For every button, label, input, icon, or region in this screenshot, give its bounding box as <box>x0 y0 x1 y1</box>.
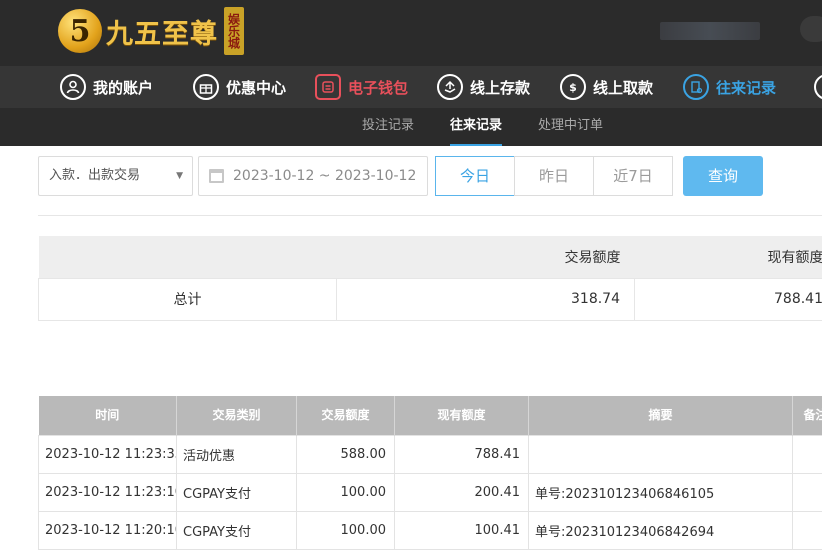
summary-header-blank <box>39 236 337 278</box>
transaction-type-select[interactable]: 入款．出款交易 ▼ <box>38 156 193 196</box>
blurred-avatar[interactable] <box>800 16 822 42</box>
nav-label: 往来记录 <box>716 77 776 98</box>
blurred-username <box>660 22 760 40</box>
nav-my-account[interactable]: 我的账户 <box>60 66 153 108</box>
cell-type: CGPAY支付 <box>177 511 297 549</box>
more-icon <box>814 74 822 100</box>
sub-nav: 投注记录 往来记录 处理中订单 <box>0 108 822 146</box>
cell-time: 2023-10-12 11:23:35 <box>39 435 177 473</box>
nav-label: 线上存款 <box>470 77 530 98</box>
select-value: 入款．出款交易 <box>49 168 140 183</box>
caret-down-icon: ▼ <box>176 157 183 195</box>
calendar-icon <box>209 169 224 183</box>
divider <box>38 215 822 216</box>
cell-balance: 788.41 <box>395 435 529 473</box>
cell-balance: 200.41 <box>395 473 529 511</box>
nav-online-deposit[interactable]: 线上存款 <box>437 66 530 108</box>
subtab-pending-orders[interactable]: 处理中订单 <box>538 108 603 146</box>
col-header-summary[interactable]: 摘要 <box>529 396 793 435</box>
col-header-balance[interactable]: 现有额度 <box>395 396 529 435</box>
cell-amount: 588.00 <box>297 435 395 473</box>
nav-e-wallet[interactable]: 电子钱包 <box>315 66 408 108</box>
deposit-icon <box>437 74 463 100</box>
logo-badge: 娱乐城 <box>224 7 244 55</box>
cell-summary: 单号:202310123406846105 <box>529 473 793 511</box>
cell-note <box>793 435 822 473</box>
col-header-time[interactable]: 时间 <box>39 396 177 435</box>
filter-today-button[interactable]: 今日 <box>435 156 515 196</box>
nav-online-withdraw[interactable]: $ 线上取款 <box>560 66 653 108</box>
summary-total-balance: 788.41 <box>635 278 822 320</box>
table-row: 2023-10-12 11:20:10 CGPAY支付 100.00 100.4… <box>39 511 822 549</box>
cell-type: 活动优惠 <box>177 435 297 473</box>
col-header-note[interactable]: 备注 <box>793 396 822 435</box>
cell-time: 2023-10-12 11:20:10 <box>39 511 177 549</box>
table-row: 2023-10-12 11:23:35 活动优惠 588.00 788.41 <box>39 435 822 473</box>
date-range-value: 2023-10-12 ~ 2023-10-12 <box>233 168 416 184</box>
cell-summary <box>529 435 793 473</box>
cell-time: 2023-10-12 11:23:10 <box>39 473 177 511</box>
summary-total-amount: 318.74 <box>337 278 635 320</box>
nav-label: 线上取款 <box>593 77 653 98</box>
cell-amount: 100.00 <box>297 511 395 549</box>
subtab-transaction-records[interactable]: 往来记录 <box>450 108 502 146</box>
records-icon <box>683 74 709 100</box>
cell-note <box>793 511 822 549</box>
logo-mark: 5 <box>58 9 102 53</box>
main-nav: 我的账户 优惠中心 电子钱包 线上存款 $ 线上取款 往来记录 <box>0 66 822 108</box>
summary-header-amount: 交易额度 <box>337 236 635 278</box>
gift-icon <box>193 74 219 100</box>
user-icon <box>60 74 86 100</box>
col-header-amount[interactable]: 交易额度 <box>297 396 395 435</box>
cell-type: CGPAY支付 <box>177 473 297 511</box>
query-button[interactable]: 查询 <box>683 156 763 196</box>
cell-note <box>793 473 822 511</box>
cell-amount: 100.00 <box>297 473 395 511</box>
records-table: 时间 交易类别 交易额度 现有额度 摘要 备注 2023-10-12 11:23… <box>38 396 822 550</box>
date-range-input[interactable]: 2023-10-12 ~ 2023-10-12 <box>198 156 428 196</box>
summary-header-balance: 现有额度 <box>635 236 822 278</box>
site-logo[interactable]: 5 九五至尊 娱乐城 <box>58 4 244 58</box>
svg-text:$: $ <box>569 81 577 94</box>
logo-name: 九五至尊 <box>106 12 218 51</box>
nav-label: 我的账户 <box>93 77 153 98</box>
subtab-bet-records[interactable]: 投注记录 <box>362 108 414 146</box>
nav-promotions[interactable]: 优惠中心 <box>193 66 286 108</box>
site-header: 5 九五至尊 娱乐城 <box>0 0 822 66</box>
cell-balance: 100.41 <box>395 511 529 549</box>
nav-more[interactable] <box>814 66 822 108</box>
wallet-icon <box>315 74 341 100</box>
filter-last7days-button[interactable]: 近7日 <box>593 156 673 196</box>
summary-table: 交易额度 现有额度 总计 318.74 788.41 <box>38 236 822 321</box>
filter-yesterday-button[interactable]: 昨日 <box>514 156 594 196</box>
nav-label: 优惠中心 <box>226 77 286 98</box>
nav-label: 电子钱包 <box>348 77 408 98</box>
table-row: 2023-10-12 11:23:10 CGPAY支付 100.00 200.4… <box>39 473 822 511</box>
summary-total-label: 总计 <box>39 278 337 320</box>
nav-transaction-records[interactable]: 往来记录 <box>683 66 776 108</box>
withdraw-icon: $ <box>560 74 586 100</box>
cell-summary: 单号:202310123406842694 <box>529 511 793 549</box>
col-header-type[interactable]: 交易类别 <box>177 396 297 435</box>
